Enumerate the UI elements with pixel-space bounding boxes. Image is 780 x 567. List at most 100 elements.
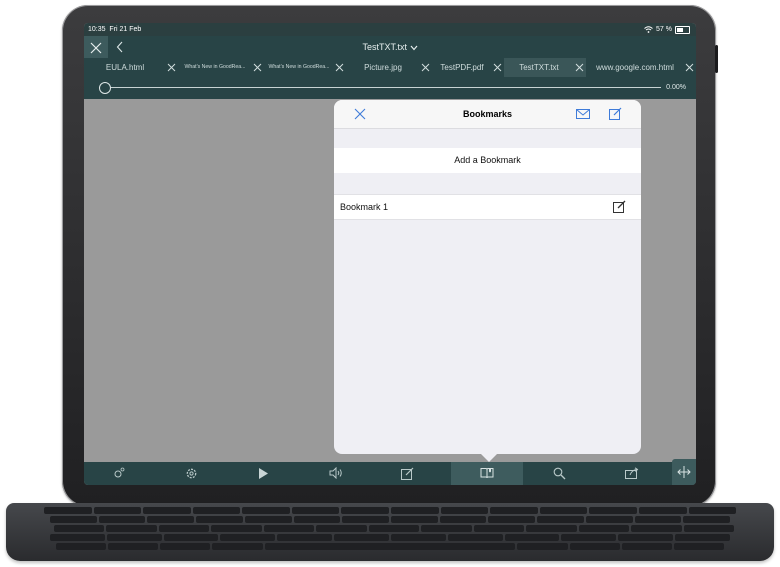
keyboard-key [342, 516, 390, 523]
keyboard-key [158, 525, 210, 532]
split-view-button[interactable] [672, 459, 696, 485]
keyboard-key [618, 534, 674, 541]
key-row [54, 525, 735, 532]
search-icon [553, 467, 566, 480]
keyboard-key [688, 507, 737, 514]
keyboard-key [56, 543, 107, 550]
keyboard-key [341, 507, 390, 514]
popover-title: Bookmarks [462, 109, 513, 119]
mail-icon[interactable] [576, 109, 590, 119]
bookmarks-popover: Bookmarks Add a Bookmark Bookmark 1 [334, 100, 641, 454]
tab-bar: EULA.html What's New in GoodRea... What's … [84, 58, 696, 77]
keyboard-key [447, 534, 503, 541]
tab-close-icon[interactable] [575, 63, 584, 72]
popover-header: Bookmarks [334, 100, 641, 129]
keyboard-key [561, 534, 617, 541]
tab[interactable]: www.google.com.html [586, 58, 696, 77]
chevron-down-icon [410, 45, 417, 51]
keyboard-key [160, 543, 211, 550]
app-screen: 10:35 Fri 21 Feb 57 % TestTXT.txt EULA.h… [84, 23, 696, 485]
tab[interactable]: TestPDF.pdf [432, 58, 504, 77]
status-right: 57 % [644, 23, 690, 36]
progress-track[interactable] [111, 87, 661, 88]
book-icon [480, 468, 494, 479]
smart-keyboard [6, 503, 774, 561]
keyboard-key [634, 516, 682, 523]
keyboard-key [368, 525, 420, 532]
key-row [44, 507, 737, 514]
tool-edit-button[interactable] [372, 462, 444, 485]
progress-slider-knob[interactable] [99, 82, 111, 94]
play-icon [259, 468, 268, 479]
tab[interactable]: EULA.html [84, 58, 178, 77]
keyboard-key [220, 534, 276, 541]
keyboard-key [517, 543, 568, 550]
keyboard-key [440, 507, 489, 514]
tab-close-icon[interactable] [493, 63, 502, 72]
keyboard-key [106, 534, 162, 541]
keyboard-key [211, 525, 262, 532]
keyboard-key [143, 507, 191, 514]
tab-label: TestTXT.txt [519, 63, 559, 72]
tool-search-button[interactable] [524, 462, 596, 485]
keyboard-key [537, 516, 584, 523]
keyboard-key [277, 534, 333, 541]
keyboard-key [316, 525, 367, 532]
document-title[interactable]: TestTXT.txt [84, 36, 696, 58]
tab[interactable]: What's New in GoodRea... [178, 58, 264, 77]
power-button [715, 45, 718, 73]
keyboard-key [390, 534, 446, 541]
tab-label: What's New in GoodRea... [184, 64, 246, 70]
keyboard-key [242, 507, 290, 514]
key-row [50, 534, 730, 541]
status-bar: 10:35 Fri 21 Feb 57 % [84, 23, 696, 36]
keyboard-key [291, 507, 340, 514]
keyboard-key [147, 516, 195, 523]
keyboard-key [244, 516, 292, 523]
keyboard-key [108, 543, 159, 550]
keyboard-key [391, 507, 439, 514]
keyboard-key [539, 507, 588, 514]
edit-bookmark-icon[interactable] [613, 200, 626, 213]
keyboard-key [578, 525, 630, 532]
tab-close-icon[interactable] [685, 63, 694, 72]
tab-close-icon[interactable] [421, 63, 430, 72]
keyboard-key [391, 516, 438, 523]
tab-close-icon[interactable] [253, 63, 262, 72]
keyboard-key [631, 525, 682, 532]
tab-label: What's New in GoodRea... [268, 64, 330, 70]
tab-close-icon[interactable] [167, 63, 176, 72]
bookmark-label: Bookmark 1 [340, 202, 389, 212]
tab-close-icon[interactable] [335, 63, 344, 72]
keyboard-key [683, 525, 735, 532]
reading-progress-bar: 0.00% [84, 77, 696, 99]
tool-audio-button[interactable] [300, 462, 372, 485]
edit-icon[interactable] [609, 107, 622, 120]
keyboard-key [488, 516, 536, 523]
tab[interactable]: TestTXT.txt [504, 58, 586, 77]
keyboard-key [196, 516, 243, 523]
tool-play-button[interactable] [228, 462, 300, 485]
tab-label: EULA.html [105, 63, 145, 72]
keyboard-key [675, 534, 730, 541]
share-icon [625, 467, 639, 479]
keyboard-key [93, 507, 142, 514]
tab[interactable]: Picture.jpg [346, 58, 432, 77]
tool-settings-button[interactable] [156, 462, 228, 485]
status-time: 10:35 Fri 21 Feb [88, 26, 142, 33]
tool-settings-small-button[interactable] [84, 462, 156, 485]
tab[interactable]: What's New in GoodRea... [264, 58, 346, 77]
keyboard-key [504, 534, 560, 541]
popover-arrow [480, 453, 498, 462]
gear-icon [186, 468, 197, 479]
keyboard-key [50, 534, 105, 541]
keyboard-key [473, 525, 525, 532]
tool-bookmarks-button[interactable] [451, 462, 523, 485]
keyboard-key [54, 525, 105, 532]
add-bookmark-button[interactable]: Add a Bookmark [334, 148, 641, 173]
resize-arrows-icon [677, 466, 691, 478]
tool-share-button[interactable] [596, 462, 668, 485]
bookmark-row[interactable]: Bookmark 1 [334, 194, 641, 220]
keyboard-key [621, 543, 672, 550]
key-row [56, 543, 725, 550]
